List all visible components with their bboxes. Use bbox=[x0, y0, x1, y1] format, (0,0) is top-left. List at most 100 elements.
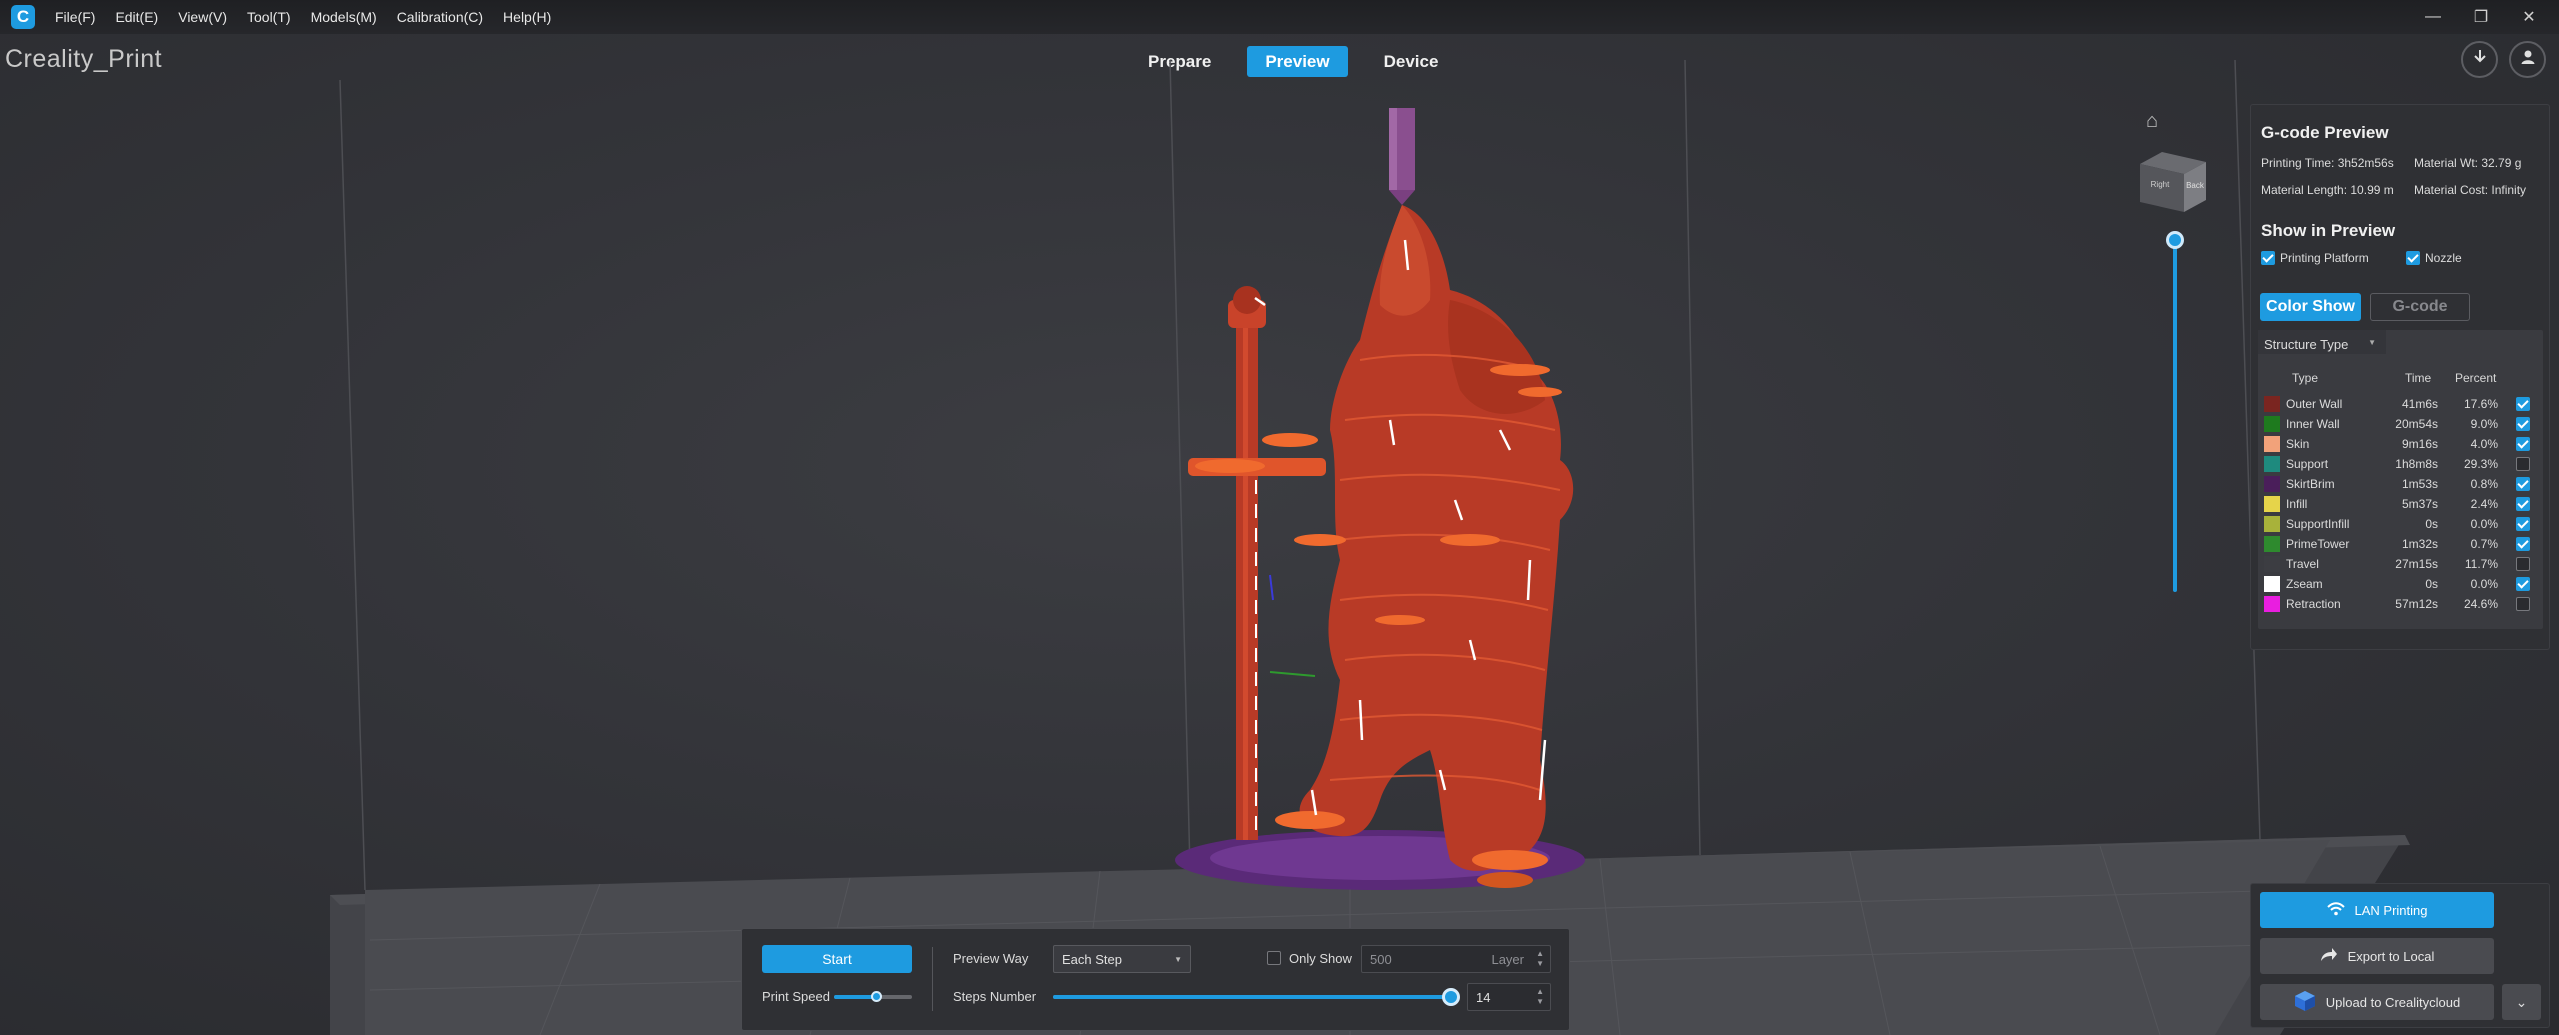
steps-number-label: Steps Number bbox=[953, 989, 1037, 1004]
structure-time: 1m53s bbox=[2401, 477, 2438, 491]
structure-row: Inner Wall 20m54s 9.0% bbox=[2258, 414, 2543, 434]
structure-time: 1h8m8s bbox=[2395, 457, 2438, 471]
nozzle bbox=[1389, 108, 1415, 205]
minimize-button[interactable]: — bbox=[2409, 8, 2457, 26]
structure-visibility-checkbox[interactable] bbox=[2516, 417, 2530, 431]
structure-time: 0s bbox=[2425, 577, 2438, 591]
color-swatch bbox=[2264, 396, 2280, 412]
structure-time: 5m37s bbox=[2401, 497, 2438, 511]
only-show-checkbox[interactable] bbox=[1267, 951, 1281, 965]
material-weight: Material Wt: 32.79 g bbox=[2414, 156, 2522, 170]
gcode-button[interactable]: G-code bbox=[2370, 293, 2470, 321]
only-show-layer-input[interactable]: 500 Layer ▲ ▼ bbox=[1361, 945, 1551, 973]
print-speed-handle[interactable] bbox=[870, 991, 882, 1002]
menu-calibration[interactable]: Calibration(C) bbox=[397, 9, 483, 25]
structure-type-name: SkirtBrim bbox=[2286, 477, 2335, 491]
structure-type-name: PrimeTower bbox=[2286, 537, 2350, 551]
printing-time: Printing Time: 3h52m56s bbox=[2261, 156, 2394, 170]
view-cube-back-face: Back bbox=[2186, 181, 2205, 190]
printing-platform-checkbox[interactable] bbox=[2261, 251, 2275, 265]
chevron-down-icon: ▼ bbox=[1174, 955, 1182, 964]
creality-print-window: C File(F) Edit(E) View(V) Tool(T) Models… bbox=[0, 0, 2559, 1035]
menu-models[interactable]: Models(M) bbox=[311, 9, 377, 25]
menu-file[interactable]: File(F) bbox=[55, 9, 95, 25]
lan-printing-label: LAN Printing bbox=[2354, 902, 2428, 918]
structure-visibility-checkbox[interactable] bbox=[2516, 537, 2530, 551]
structure-type-name: Support bbox=[2286, 457, 2329, 471]
color-swatch bbox=[2264, 516, 2280, 532]
menu-view[interactable]: View(V) bbox=[178, 9, 227, 25]
structure-visibility-checkbox[interactable] bbox=[2516, 577, 2530, 591]
color-swatch bbox=[2264, 536, 2280, 552]
structure-visibility-checkbox[interactable] bbox=[2516, 557, 2530, 571]
steps-handle[interactable] bbox=[1442, 988, 1460, 1006]
structure-type-name: Zseam bbox=[2286, 577, 2323, 591]
only-show-value: 500 bbox=[1370, 952, 1392, 967]
preview-way-select[interactable]: Each Step ▼ bbox=[1053, 945, 1191, 973]
nozzle-toggle[interactable]: Nozzle bbox=[2406, 251, 2462, 265]
export-to-local-button[interactable]: Export to Local bbox=[2260, 938, 2494, 974]
structure-visibility-checkbox[interactable] bbox=[2516, 457, 2530, 471]
structure-percent: 0.0% bbox=[2470, 517, 2498, 531]
structure-visibility-checkbox[interactable] bbox=[2516, 597, 2530, 611]
export-to-local-label: Export to Local bbox=[2347, 948, 2435, 964]
color-show-button[interactable]: Color Show bbox=[2260, 293, 2361, 321]
layer-slider-handle[interactable] bbox=[2166, 231, 2184, 249]
chevron-down-icon: ⌄ bbox=[2515, 993, 2528, 1010]
restore-button[interactable]: ❐ bbox=[2457, 7, 2505, 27]
menu-help[interactable]: Help(H) bbox=[503, 9, 551, 25]
gcode-preview-panel: G-code Preview Printing Time: 3h52m56s M… bbox=[2250, 104, 2550, 650]
structure-visibility-checkbox[interactable] bbox=[2516, 437, 2530, 451]
lan-printing-button[interactable]: LAN Printing bbox=[2260, 892, 2494, 928]
structure-row: Infill 5m37s 2.4% bbox=[2258, 494, 2543, 514]
structure-type-name: Retraction bbox=[2286, 597, 2341, 611]
view-cube[interactable]: Right Back bbox=[2140, 152, 2206, 212]
structure-visibility-checkbox[interactable] bbox=[2516, 397, 2530, 411]
nozzle-label: Nozzle bbox=[2425, 251, 2462, 265]
structure-visibility-checkbox[interactable] bbox=[2516, 517, 2530, 531]
steps-number-input[interactable]: 14 ▲ ▼ bbox=[1467, 983, 1551, 1011]
structure-type-name: Infill bbox=[2286, 497, 2308, 511]
preview-way-value: Each Step bbox=[1062, 952, 1122, 967]
chevron-down-icon: ▼ bbox=[2368, 338, 2376, 347]
structure-time: 57m12s bbox=[2395, 597, 2438, 611]
structure-type-name: Outer Wall bbox=[2286, 397, 2343, 411]
structure-row: Skin 9m16s 4.0% bbox=[2258, 434, 2543, 454]
structure-percent: 4.0% bbox=[2470, 437, 2498, 451]
color-swatch bbox=[2264, 436, 2280, 452]
column-percent: Percent bbox=[2455, 371, 2497, 385]
color-swatch bbox=[2264, 456, 2280, 472]
structure-type-select[interactable]: Structure Type ▼ bbox=[2258, 330, 2386, 354]
structure-percent: 24.6% bbox=[2463, 597, 2498, 611]
menu-tool[interactable]: Tool(T) bbox=[247, 9, 291, 25]
app-logo-icon: C bbox=[11, 5, 35, 29]
close-button[interactable]: ✕ bbox=[2505, 7, 2553, 27]
structure-row: Zseam 0s 0.0% bbox=[2258, 574, 2543, 594]
print-speed-label: Print Speed bbox=[762, 989, 830, 1004]
upload-to-crealitycloud-button[interactable]: Upload to Crealitycloud bbox=[2260, 984, 2494, 1020]
structure-time: 41m6s bbox=[2401, 397, 2438, 411]
printing-platform-toggle[interactable]: Printing Platform bbox=[2261, 251, 2369, 265]
layer-slider-track[interactable] bbox=[2173, 240, 2177, 592]
structure-visibility-checkbox[interactable] bbox=[2516, 477, 2530, 491]
material-cost: Material Cost: Infinity bbox=[2414, 183, 2527, 197]
nozzle-checkbox[interactable] bbox=[2406, 251, 2420, 265]
upload-options-dropdown[interactable]: ⌄ bbox=[2502, 984, 2541, 1020]
structure-row: Outer Wall 41m6s 17.6% bbox=[2258, 394, 2543, 414]
printing-platform-label: Printing Platform bbox=[2280, 251, 2369, 265]
color-swatch bbox=[2264, 476, 2280, 492]
structure-time: 1m32s bbox=[2401, 537, 2438, 551]
structure-visibility-checkbox[interactable] bbox=[2516, 497, 2530, 511]
separator bbox=[932, 947, 933, 1011]
menu-edit[interactable]: Edit(E) bbox=[115, 9, 158, 25]
steps-fill bbox=[1053, 995, 1451, 999]
home-view-icon[interactable]: ⌂ bbox=[2141, 110, 2163, 132]
structure-table: Structure Type ▼ Type Time Percent Outer… bbox=[2258, 330, 2543, 629]
only-show-label: Only Show bbox=[1289, 951, 1352, 966]
structure-type-name: Skin bbox=[2286, 437, 2310, 451]
menu-bar: C File(F) Edit(E) View(V) Tool(T) Models… bbox=[0, 0, 2559, 34]
structure-time: 0s bbox=[2425, 517, 2438, 531]
start-button[interactable]: Start bbox=[762, 945, 912, 973]
gcode-preview-title: G-code Preview bbox=[2261, 123, 2389, 142]
structure-percent: 2.4% bbox=[2470, 497, 2498, 511]
